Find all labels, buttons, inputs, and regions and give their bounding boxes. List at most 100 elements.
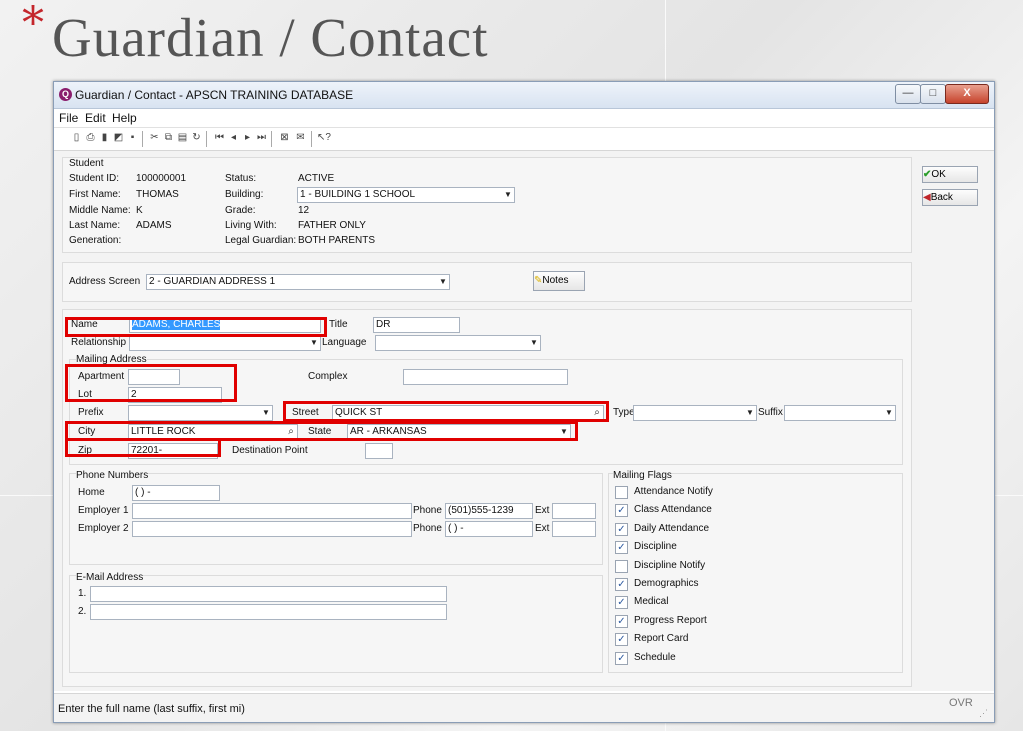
- highlight-box-apartment-lot: [65, 364, 237, 402]
- building-select[interactable]: 1 - BUILDING 1 SCHOOL ▼: [297, 187, 515, 203]
- mail-icon[interactable]: ✉: [295, 132, 306, 144]
- employer2-phone-input[interactable]: ( ) -: [445, 521, 533, 537]
- mailing-flag-checkbox[interactable]: [615, 559, 628, 573]
- chevron-down-icon[interactable]: ▼: [437, 275, 449, 289]
- chevron-down-icon[interactable]: ▼: [308, 336, 320, 350]
- first-name-value: THOMAS: [136, 189, 179, 200]
- close-button[interactable]: X: [945, 84, 989, 104]
- mailing-flag-checkbox[interactable]: ✓: [615, 541, 628, 555]
- ok-button[interactable]: ✔OK: [922, 166, 978, 183]
- back-button[interactable]: ◀Back: [922, 189, 978, 206]
- mailing-flag-label: Schedule: [634, 651, 676, 663]
- phone-numbers-group: Phone Numbers Home ( ) - Employer 1 Phon…: [69, 470, 603, 565]
- toolbar-separator: [206, 131, 207, 147]
- window-titlebar[interactable]: Q Guardian / Contact - APSCN TRAINING DA…: [54, 82, 994, 109]
- suffix-select[interactable]: ▼: [784, 405, 896, 421]
- first-record-icon[interactable]: ⏮: [214, 132, 225, 144]
- email-group: E-Mail Address 1. 2.: [69, 572, 603, 673]
- title-input[interactable]: DR: [373, 317, 460, 333]
- complex-input[interactable]: [403, 369, 568, 385]
- apscn-app-icon: Q: [59, 88, 72, 101]
- menu-help[interactable]: Help: [112, 111, 137, 125]
- address-screen-select[interactable]: 2 - GUARDIAN ADDRESS 1 ▼: [146, 274, 450, 290]
- type-select[interactable]: ▼: [633, 405, 757, 421]
- toolbar: ▯ ⎙ ▮ ◩ ▪ ✂ ⧉ ▤ ↻ ⏮ ◂ ▸ ⏭ ⊠ ✉ ↖?: [54, 128, 994, 151]
- grade-label: Grade:: [225, 205, 256, 216]
- guardian-contact-window: Q Guardian / Contact - APSCN TRAINING DA…: [53, 81, 995, 723]
- employer2-ext-label: Ext: [535, 523, 550, 534]
- employer1-phone-value: (501)555-1239: [448, 505, 514, 516]
- menu-bar: File Edit Help: [54, 109, 994, 128]
- paste-icon[interactable]: ▤: [177, 132, 188, 144]
- destination-point-input[interactable]: [365, 443, 393, 459]
- mailing-flag-checkbox[interactable]: ✓: [615, 633, 628, 647]
- employer1-input[interactable]: [132, 503, 412, 519]
- mailing-flag-label: Progress Report: [634, 614, 707, 626]
- relationship-select[interactable]: ▼: [129, 335, 321, 351]
- generation-label: Generation:: [69, 235, 122, 246]
- email1-input[interactable]: [90, 586, 447, 602]
- mailing-flag-checkbox[interactable]: ✓: [615, 522, 628, 536]
- minimize-button[interactable]: —: [895, 84, 921, 104]
- mailing-flag-checkbox[interactable]: ✓: [615, 504, 628, 518]
- copy-icon[interactable]: ⧉: [163, 132, 174, 144]
- employer1-phone-input[interactable]: (501)555-1239: [445, 503, 533, 519]
- mailing-flag-checkbox[interactable]: ✓: [615, 596, 628, 610]
- mailing-flag-label: Report Card: [634, 633, 689, 645]
- first-name-label: First Name:: [69, 189, 121, 200]
- chevron-down-icon[interactable]: ▼: [260, 406, 272, 420]
- save-icon[interactable]: ▪: [127, 132, 138, 144]
- maximize-button[interactable]: □: [920, 84, 946, 104]
- prefix-select[interactable]: ▼: [128, 405, 273, 421]
- next-record-icon[interactable]: ▸: [242, 132, 253, 144]
- address-screen-value: 2 - GUARDIAN ADDRESS 1: [149, 276, 276, 287]
- mailing-flag-label: Daily Attendance: [634, 522, 710, 534]
- cancel-icon[interactable]: ⊠: [279, 132, 290, 144]
- resize-grip-icon[interactable]: ⋰: [979, 708, 988, 719]
- refresh-icon[interactable]: ↻: [191, 132, 202, 144]
- print-icon[interactable]: ⎙: [85, 132, 96, 144]
- employer2-ext-input[interactable]: [552, 521, 596, 537]
- previous-record-icon[interactable]: ◂: [228, 132, 239, 144]
- mailing-flag-checkbox[interactable]: ✓: [615, 614, 628, 628]
- mailing-flag-checkbox[interactable]: ✓: [615, 578, 628, 591]
- notes-button[interactable]: ✎Notes: [533, 271, 585, 291]
- status-message: Enter the full name (last suffix, first …: [58, 703, 245, 715]
- email2-label: 2.: [78, 606, 87, 617]
- employer1-ext-input[interactable]: [552, 503, 596, 519]
- email2-input[interactable]: [90, 604, 447, 620]
- highlight-box-street: [283, 401, 609, 422]
- chevron-down-icon[interactable]: ▼: [528, 336, 540, 350]
- open-icon[interactable]: ◩: [113, 132, 124, 144]
- menu-edit[interactable]: Edit: [85, 111, 106, 125]
- new-icon[interactable]: ▯: [71, 132, 82, 144]
- middle-name-value: K: [136, 205, 143, 216]
- language-select[interactable]: ▼: [375, 335, 541, 351]
- slide-title-text: Guardian / Contact: [52, 7, 489, 68]
- back-arrow-icon: ◀: [923, 192, 931, 203]
- help-pointer-icon[interactable]: ↖?: [317, 132, 331, 144]
- chevron-down-icon[interactable]: ▼: [744, 406, 756, 420]
- cut-icon[interactable]: ✂: [149, 132, 160, 144]
- menu-file[interactable]: File: [59, 111, 78, 125]
- mailing-flag-label: Discipline: [634, 541, 677, 553]
- address-screen-label: Address Screen: [69, 276, 141, 287]
- living-with-value: FATHER ONLY: [298, 220, 366, 231]
- delete-icon[interactable]: ▮: [99, 132, 110, 144]
- chevron-down-icon[interactable]: ▼: [502, 188, 514, 202]
- mailing-flag-checkbox[interactable]: [615, 486, 628, 499]
- building-label: Building:: [225, 189, 264, 200]
- last-name-label: Last Name:: [69, 220, 121, 231]
- chevron-down-icon[interactable]: ▼: [883, 406, 895, 420]
- last-record-icon[interactable]: ⏭: [256, 132, 267, 144]
- highlight-box-zip: [65, 438, 221, 457]
- student-id-value: 100000001: [136, 173, 187, 184]
- employer2-input[interactable]: [132, 521, 412, 537]
- suffix-label: Suffix: [758, 407, 783, 418]
- student-group-label: Student: [69, 158, 104, 169]
- home-phone-input[interactable]: ( ) -: [132, 485, 220, 501]
- mailing-flag-checkbox[interactable]: ✓: [615, 651, 628, 665]
- building-value: 1 - BUILDING 1 SCHOOL: [300, 189, 416, 200]
- employer1-label: Employer 1: [78, 505, 129, 516]
- last-name-value: ADAMS: [136, 220, 172, 231]
